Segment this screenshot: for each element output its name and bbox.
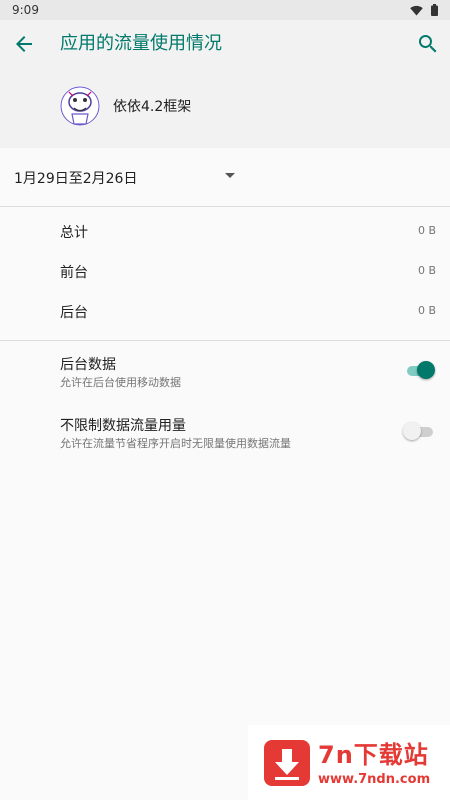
usage-value: 0 B [417, 304, 436, 317]
app-icon [60, 86, 100, 126]
usage-row-foreground: 前台 0 B [0, 250, 450, 290]
watermark: 7n下载站 www.7ndn.com [248, 725, 450, 800]
unrestricted-data-setting[interactable]: 不限制数据流量用量 允许在流量节省程序开启时无限量使用数据流量 [0, 415, 450, 475]
setting-subtitle: 允许在流量节省程序开启时无限量使用数据流量 [60, 437, 291, 450]
switch-thumb [403, 422, 421, 440]
unrestricted-data-switch[interactable] [403, 422, 435, 442]
download-arrow-icon [275, 749, 299, 780]
wifi-icon [410, 5, 423, 15]
divider [0, 206, 450, 207]
usage-label: 总计 [60, 225, 88, 241]
status-bar: 9:09 [0, 0, 450, 20]
back-arrow-icon[interactable] [12, 32, 36, 56]
divider [0, 340, 450, 341]
app-header: 依依4.2框架 [0, 68, 450, 148]
page-title: 应用的流量使用情况 [60, 33, 222, 54]
cycle-label: 1月29日至2月26日 [14, 171, 138, 187]
usage-row-background: 后台 0 B [0, 290, 450, 330]
background-data-setting[interactable]: 后台数据 允许在后台使用移动数据 [0, 354, 450, 414]
background-data-switch[interactable] [407, 361, 435, 381]
setting-title: 不限制数据流量用量 [60, 418, 186, 434]
download-logo-icon [264, 740, 310, 786]
status-time: 9:09 [12, 3, 39, 17]
watermark-url: www.7ndn.com [318, 772, 431, 787]
setting-subtitle: 允许在后台使用移动数据 [60, 376, 181, 389]
app-name: 依依4.2框架 [113, 99, 192, 115]
setting-title: 后台数据 [60, 357, 116, 373]
app-bar: 应用的流量使用情况 [0, 20, 450, 68]
usage-label: 前台 [60, 265, 88, 281]
usage-label: 后台 [60, 305, 88, 321]
usage-row-total: 总计 0 B [0, 210, 450, 250]
status-icons [410, 4, 438, 16]
meme-face-icon [60, 86, 100, 126]
watermark-title: 7n下载站 [318, 741, 429, 769]
search-icon[interactable] [416, 32, 440, 56]
battery-icon [431, 4, 438, 16]
usage-value: 0 B [417, 224, 436, 237]
usage-value: 0 B [417, 264, 436, 277]
dropdown-arrow-icon[interactable] [225, 173, 235, 178]
switch-thumb [417, 361, 435, 379]
cycle-selector[interactable]: 1月29日至2月26日 [0, 148, 450, 206]
